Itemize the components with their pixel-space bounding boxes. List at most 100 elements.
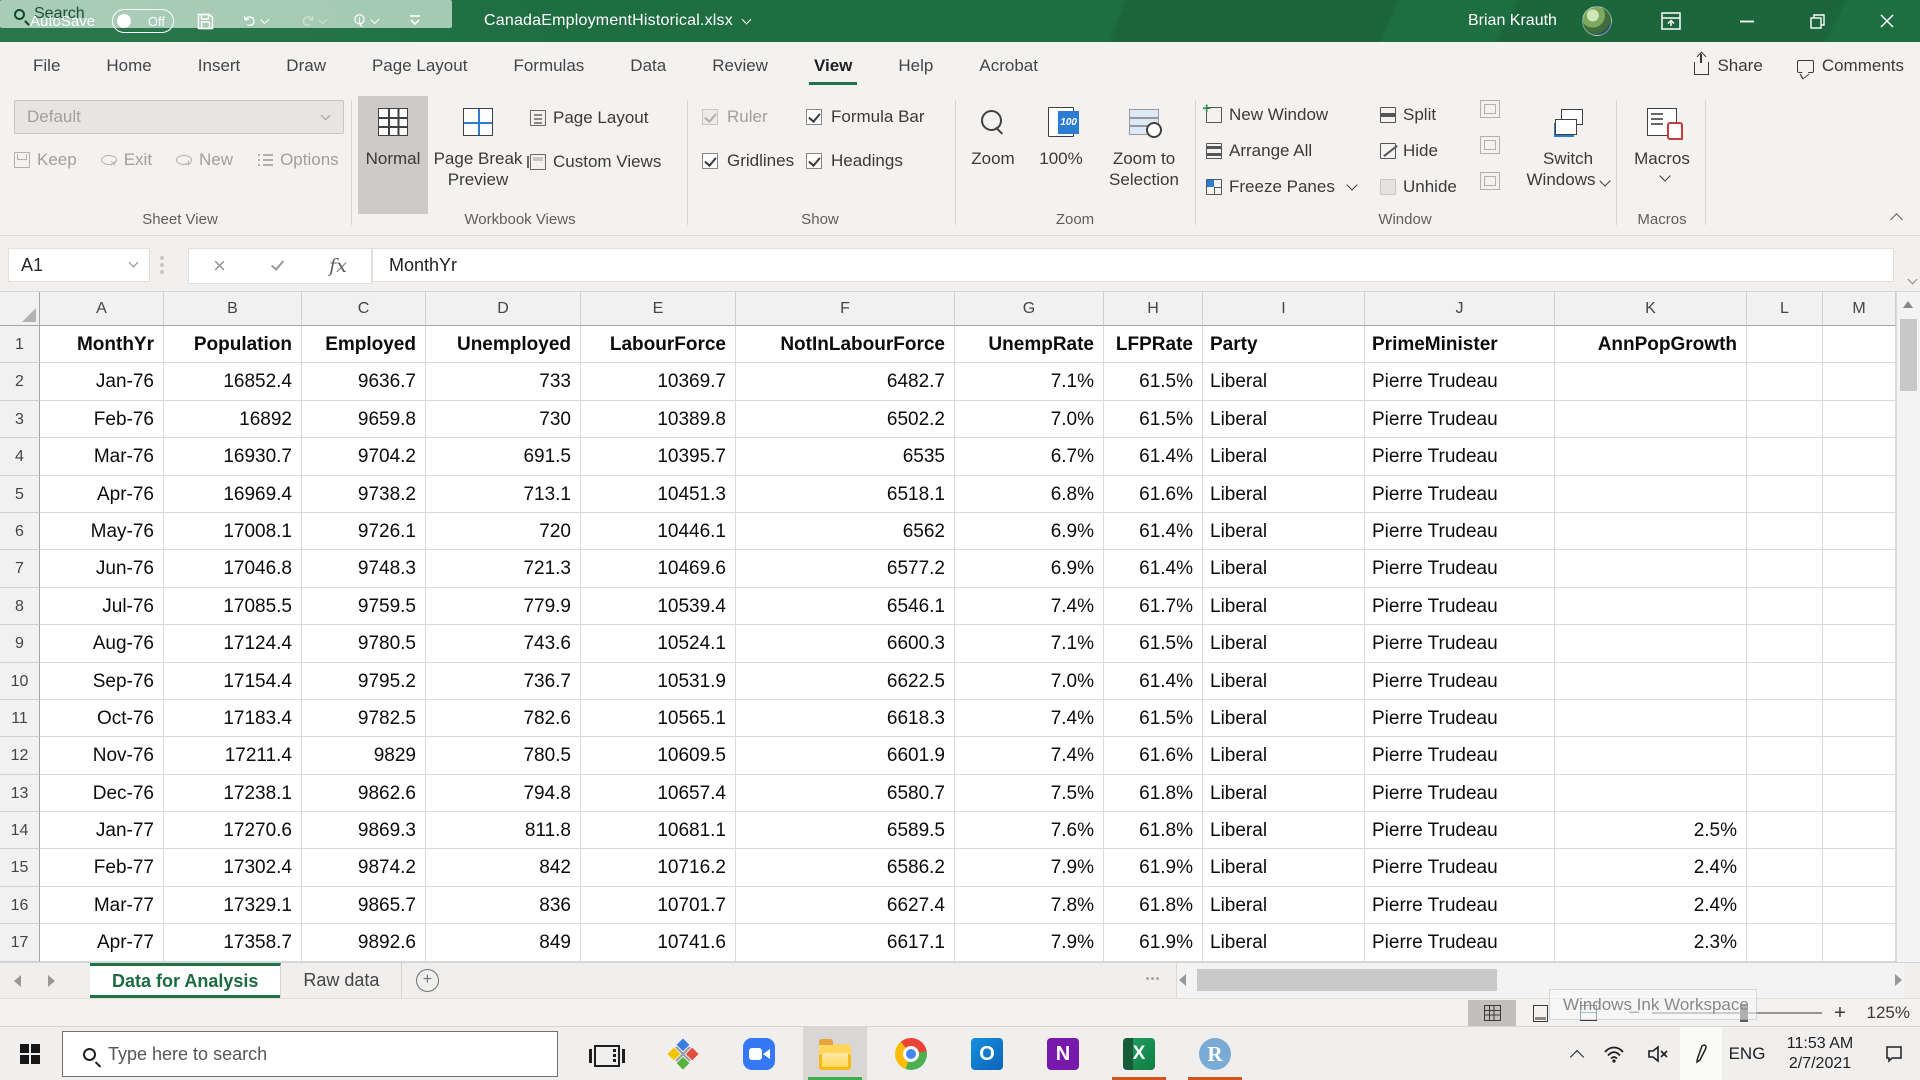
cell[interactable]: Pierre Trudeau xyxy=(1365,662,1555,700)
row-header-8[interactable]: 8 xyxy=(0,587,40,626)
column-header-b[interactable]: B xyxy=(164,292,302,326)
cell[interactable]: Liberal xyxy=(1203,625,1365,663)
page-layout-view-button[interactable]: Page Layout xyxy=(530,108,648,128)
cell[interactable] xyxy=(1823,849,1896,887)
cell[interactable]: 6.9% xyxy=(955,550,1104,588)
taskbar-snip-diamond[interactable] xyxy=(651,1027,715,1080)
arrange-all-button[interactable]: Arrange All xyxy=(1206,138,1312,164)
zoom-100-button[interactable]: 100% xyxy=(1030,96,1092,214)
cell[interactable]: 9795.2 xyxy=(302,662,426,700)
cell[interactable]: Pierre Trudeau xyxy=(1365,587,1555,626)
cell[interactable]: 6589.5 xyxy=(736,812,955,850)
cell[interactable]: Pierre Trudeau xyxy=(1365,400,1555,439)
cell[interactable]: 9738.2 xyxy=(302,475,426,513)
cell[interactable] xyxy=(1823,363,1896,401)
cell[interactable]: 6.7% xyxy=(955,438,1104,476)
sheet-view-dropdown[interactable]: Default xyxy=(14,100,344,134)
row-header-5[interactable]: 5 xyxy=(0,475,40,513)
cell[interactable]: Liberal xyxy=(1203,475,1365,513)
normal-view-button[interactable]: Normal xyxy=(358,96,428,214)
cell[interactable]: 61.4% xyxy=(1104,512,1203,551)
cell[interactable] xyxy=(1555,363,1747,401)
cell[interactable] xyxy=(1555,737,1747,775)
cell[interactable]: 849 xyxy=(426,924,581,962)
cell[interactable]: NotInLabourForce xyxy=(736,326,955,364)
cell[interactable]: 17270.6 xyxy=(164,812,302,850)
ribbon-tab-insert[interactable]: Insert xyxy=(175,42,264,90)
cell[interactable] xyxy=(1747,924,1823,962)
row-header-14[interactable]: 14 xyxy=(0,812,40,850)
cell[interactable]: 61.6% xyxy=(1104,737,1203,775)
row-header-2[interactable]: 2 xyxy=(0,363,40,401)
sheet-view-options-button[interactable]: Options xyxy=(257,150,339,170)
status-page-break-button[interactable] xyxy=(1564,1000,1612,1026)
cell[interactable] xyxy=(1747,326,1823,364)
collapse-ribbon-button[interactable] xyxy=(1886,211,1906,227)
row-header-12[interactable]: 12 xyxy=(0,737,40,775)
ribbon-tab-formulas[interactable]: Formulas xyxy=(490,42,607,90)
cell[interactable]: 61.5% xyxy=(1104,363,1203,401)
exit-sheet-view-button[interactable]: Exit xyxy=(100,150,152,170)
vertical-scroll-thumb[interactable] xyxy=(1900,319,1917,391)
cell[interactable] xyxy=(1823,550,1896,588)
cell[interactable]: Apr-76 xyxy=(40,475,164,513)
autosave-toggle[interactable]: Off xyxy=(112,9,174,33)
user-name[interactable]: Brian Krauth xyxy=(1468,0,1557,42)
taskbar-rstudio[interactable] xyxy=(1183,1027,1247,1080)
cell[interactable] xyxy=(1747,550,1823,588)
cell[interactable]: 6546.1 xyxy=(736,587,955,626)
language-indicator[interactable]: ENG xyxy=(1722,1027,1772,1080)
cell[interactable]: 7.4% xyxy=(955,737,1104,775)
cell[interactable]: 6.8% xyxy=(955,475,1104,513)
vertical-scrollbar[interactable] xyxy=(1896,292,1920,962)
cell[interactable] xyxy=(1747,625,1823,663)
name-box[interactable]: A1 xyxy=(8,248,150,282)
cell[interactable]: Pierre Trudeau xyxy=(1365,699,1555,738)
cell[interactable]: 7.4% xyxy=(955,587,1104,626)
taskbar-onenote[interactable] xyxy=(1031,1027,1095,1080)
cell[interactable]: Liberal xyxy=(1203,849,1365,887)
cell[interactable]: 17154.4 xyxy=(164,662,302,700)
cell[interactable]: 733 xyxy=(426,363,581,401)
cell[interactable] xyxy=(1555,512,1747,551)
cell[interactable] xyxy=(1555,699,1747,738)
cell[interactable]: 17211.4 xyxy=(164,737,302,775)
cell[interactable]: 7.9% xyxy=(955,849,1104,887)
cell[interactable] xyxy=(1555,662,1747,700)
close-button[interactable] xyxy=(1864,0,1910,42)
cell[interactable]: Liberal xyxy=(1203,400,1365,439)
ribbon-display-options-button[interactable] xyxy=(1648,0,1694,42)
cell[interactable] xyxy=(1747,886,1823,925)
cell[interactable]: Liberal xyxy=(1203,438,1365,476)
cell[interactable]: 7.1% xyxy=(955,363,1104,401)
cell[interactable]: 836 xyxy=(426,886,581,925)
taskbar-search-input[interactable]: Type here to search xyxy=(62,1031,558,1077)
wifi-icon[interactable] xyxy=(1592,1027,1636,1080)
cell[interactable]: Apr-77 xyxy=(40,924,164,962)
cell[interactable]: 10469.6 xyxy=(581,550,736,588)
cell[interactable] xyxy=(1747,774,1823,813)
zoom-slider-handle[interactable] xyxy=(1740,1004,1748,1022)
ribbon-tab-draw[interactable]: Draw xyxy=(263,42,349,90)
checkbox-headings[interactable]: Headings xyxy=(806,148,903,174)
cell[interactable] xyxy=(1823,699,1896,738)
cell[interactable]: Feb-77 xyxy=(40,849,164,887)
cell[interactable]: 10524.1 xyxy=(581,625,736,663)
row-header-9[interactable]: 9 xyxy=(0,625,40,663)
row-header-10[interactable]: 10 xyxy=(0,662,40,700)
ribbon-tab-data[interactable]: Data xyxy=(607,42,689,90)
cell[interactable]: Unemployed xyxy=(426,326,581,364)
cell[interactable]: Pierre Trudeau xyxy=(1365,625,1555,663)
cell[interactable]: Pierre Trudeau xyxy=(1365,886,1555,925)
cell[interactable]: 7.4% xyxy=(955,699,1104,738)
cell[interactable]: 10531.9 xyxy=(581,662,736,700)
cell[interactable]: 6562 xyxy=(736,512,955,551)
taskbar-excel[interactable] xyxy=(1107,1027,1171,1080)
cell[interactable]: 17358.7 xyxy=(164,924,302,962)
custom-views-button[interactable]: Custom Views xyxy=(527,152,661,172)
cell[interactable]: 61.5% xyxy=(1104,625,1203,663)
cell[interactable]: Sep-76 xyxy=(40,662,164,700)
zoom-slider[interactable] xyxy=(1652,1004,1822,1022)
cell[interactable] xyxy=(1823,512,1896,551)
macros-button[interactable]: Macros xyxy=(1622,96,1702,214)
